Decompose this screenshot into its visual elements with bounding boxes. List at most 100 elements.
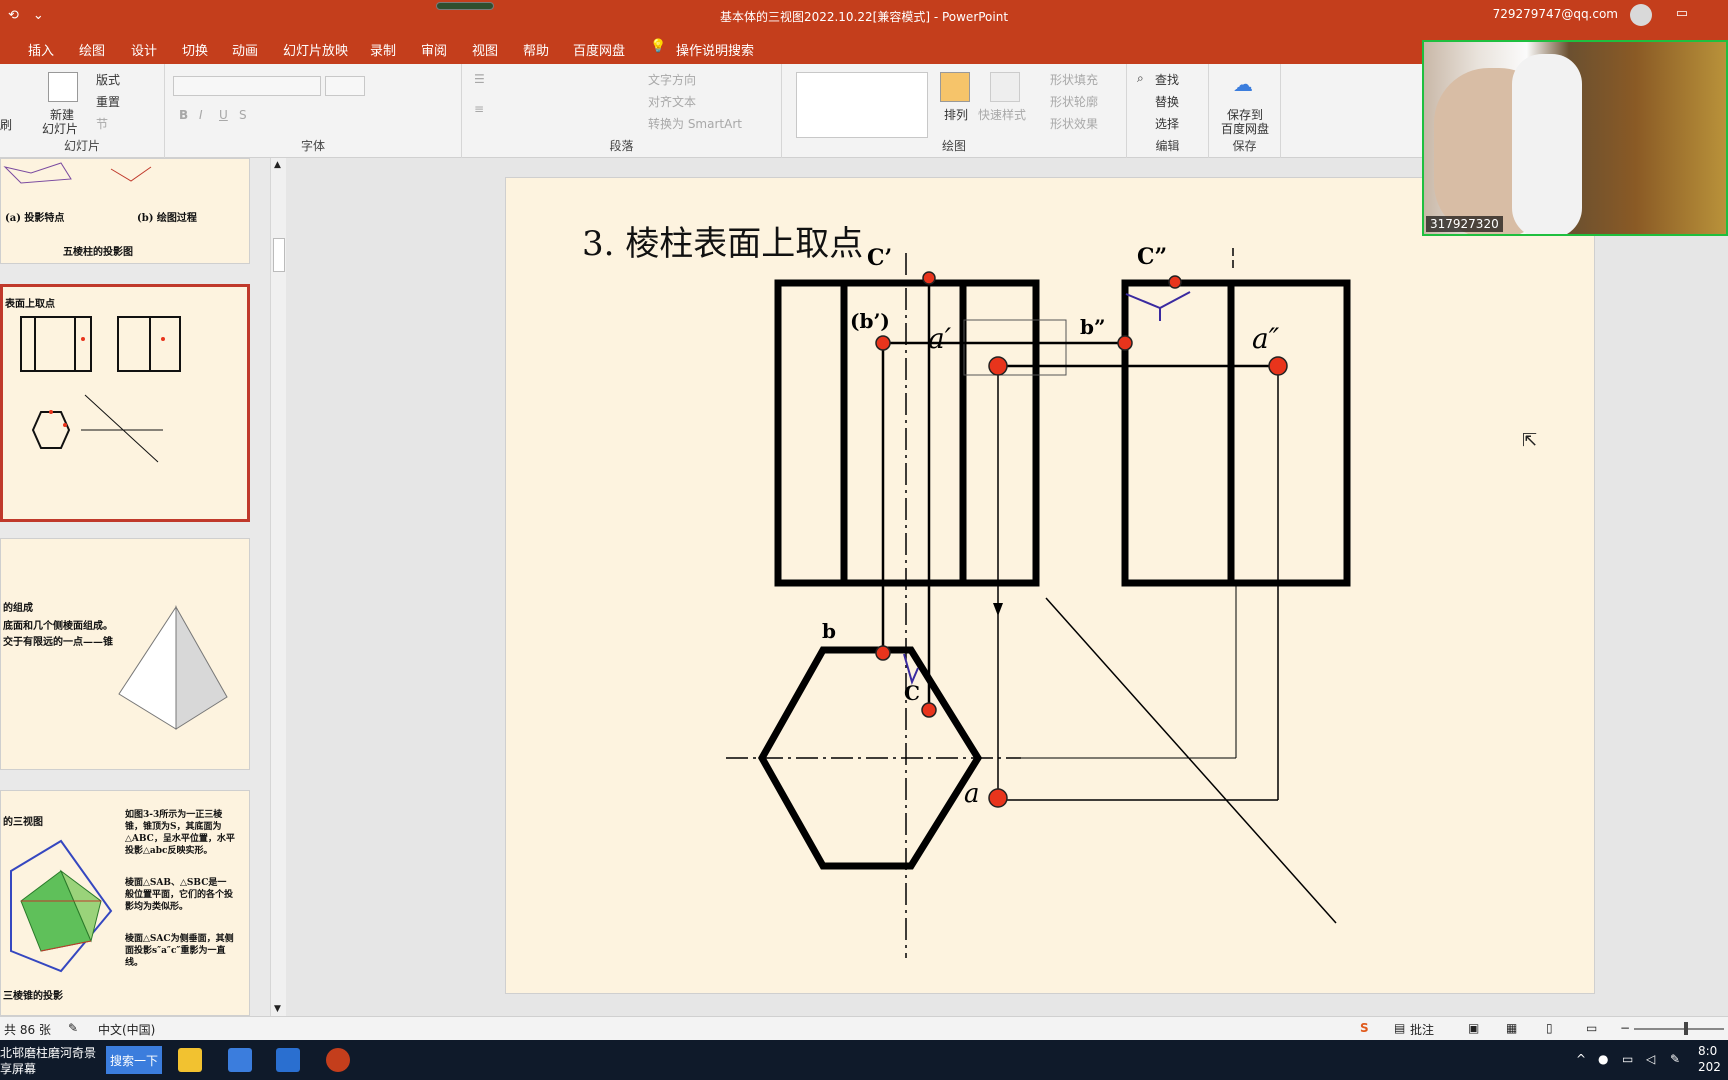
bullets-icon[interactable]: ☰: [474, 72, 485, 86]
font-name-combo[interactable]: [173, 76, 321, 96]
point-b-front[interactable]: [875, 335, 891, 351]
smartart-button[interactable]: 转换为 SmartArt: [648, 115, 742, 132]
underline-icon[interactable]: U: [219, 108, 228, 122]
editing-group: ⌕ 查找 替换 选择 编辑: [1127, 64, 1209, 158]
find-button[interactable]: 查找: [1155, 71, 1179, 88]
quick-styles-icon[interactable]: [990, 72, 1020, 102]
point-a-top[interactable]: [988, 788, 1008, 808]
shape-gallery[interactable]: [796, 72, 928, 138]
search-button[interactable]: 搜索一下: [106, 1046, 162, 1074]
section-button[interactable]: 节: [96, 115, 108, 132]
ime-icon[interactable]: S: [1360, 1021, 1369, 1035]
tab-baidu[interactable]: 百度网盘: [573, 40, 625, 59]
spellcheck-icon[interactable]: ✎: [68, 1021, 78, 1035]
window-title: 基本体的三视图2022.10.22[兼容模式] - PowerPoint: [719, 10, 1009, 24]
shape-effects-button[interactable]: 形状效果: [1050, 115, 1098, 132]
arrange-icon[interactable]: [940, 72, 970, 102]
shadow-icon[interactable]: S: [239, 108, 247, 122]
layout-button[interactable]: 版式: [96, 71, 120, 88]
format-painter-button[interactable]: 刷: [0, 116, 12, 133]
point-b-top[interactable]: [875, 645, 891, 661]
network-icon[interactable]: ▭: [1622, 1052, 1633, 1066]
point-a-front[interactable]: [988, 356, 1008, 376]
webcam-video[interactable]: 317927320: [1422, 40, 1728, 236]
zoom-slider-thumb[interactable]: [1684, 1022, 1688, 1035]
thumbnail-title: 五棱柱的投影图: [63, 247, 133, 258]
tab-slideshow[interactable]: 幻灯片放映: [283, 40, 348, 59]
scrollbar-thumb[interactable]: [273, 238, 285, 272]
tab-draw[interactable]: 绘图: [79, 40, 105, 59]
tab-design[interactable]: 设计: [131, 40, 157, 59]
three-view-drawing[interactable]: C’ (b’) a′ C” b” a″ b C a: [506, 178, 1596, 995]
share-screen-label[interactable]: 享屏幕: [0, 1060, 36, 1077]
reset-button[interactable]: 重置: [96, 93, 120, 110]
tab-review[interactable]: 审阅: [421, 40, 447, 59]
microphone-icon[interactable]: ●: [1598, 1052, 1608, 1066]
new-slide-label[interactable]: 幻灯片: [42, 120, 78, 137]
point-c-side[interactable]: [1168, 275, 1182, 289]
news-widget[interactable]: 北邨磨柱磨河奇景: [0, 1044, 96, 1061]
zoom-out-icon[interactable]: −: [1620, 1021, 1630, 1035]
baidu-cloud-icon[interactable]: ☁: [1233, 72, 1253, 96]
participant-id: 317927320: [1426, 216, 1503, 232]
point-a-side[interactable]: [1268, 356, 1288, 376]
avatar[interactable]: [1630, 4, 1652, 26]
slide-canvas[interactable]: 3. 棱柱表面上取点 C’ (b’) a′ C” b” a″ b C a: [505, 177, 1595, 994]
thumbnail-scrollbar[interactable]: ▲ ▼: [270, 158, 286, 1016]
comments-button[interactable]: 批注: [1410, 1021, 1434, 1038]
scroll-down-icon[interactable]: ▼: [274, 1004, 281, 1014]
tray-chevron-icon[interactable]: ^: [1576, 1052, 1586, 1066]
slide-sorter-icon[interactable]: ▦: [1506, 1021, 1517, 1035]
shape-outline-button[interactable]: 形状轮廓: [1050, 93, 1098, 110]
quick-styles-button[interactable]: 快速样式: [978, 106, 1026, 123]
tab-insert[interactable]: 插入: [28, 40, 54, 59]
pyramid-3d-figure: [10, 839, 113, 973]
meeting-app-icon[interactable]: [276, 1048, 300, 1072]
lightbulb-icon: 💡: [650, 39, 667, 54]
feishu-icon[interactable]: [228, 1048, 252, 1072]
thumbnail-text: 棱面△SAB、△SBC是一般位置平面，它们的各个投影均为类似形。: [125, 878, 234, 912]
pen-icon[interactable]: ✎: [1670, 1052, 1680, 1066]
tab-help[interactable]: 帮助: [523, 40, 549, 59]
slide-thumbnail[interactable]: 的组成 底面和几个侧棱面组成。 交于有限远的一点——锥: [0, 538, 250, 770]
label-a-top: a: [964, 779, 980, 809]
side-view-outline[interactable]: [1121, 279, 1351, 587]
normal-view-icon[interactable]: ▣: [1468, 1021, 1479, 1035]
save-to-baidu-label[interactable]: 百度网盘: [1221, 120, 1269, 137]
text-direction-button[interactable]: 文字方向: [648, 71, 696, 88]
reading-view-icon[interactable]: ▯: [1546, 1021, 1553, 1035]
ribbon-display-icon[interactable]: ▭: [1676, 6, 1688, 21]
select-button[interactable]: 选择: [1155, 115, 1179, 132]
comments-icon[interactable]: ▤: [1394, 1021, 1405, 1035]
new-slide-icon[interactable]: [48, 72, 78, 102]
point-c-top[interactable]: [921, 702, 937, 718]
tab-transitions[interactable]: 切换: [182, 40, 208, 59]
tab-animations[interactable]: 动画: [232, 40, 258, 59]
file-explorer-icon[interactable]: [178, 1048, 202, 1072]
language-indicator[interactable]: 中文(中国): [98, 1021, 155, 1038]
point-b-side[interactable]: [1117, 335, 1133, 351]
align-left-icon[interactable]: ≡: [474, 102, 484, 116]
italic-icon[interactable]: I: [199, 108, 203, 122]
tab-record[interactable]: 录制: [370, 40, 396, 59]
zoom-slider[interactable]: [1634, 1028, 1724, 1030]
tab-view[interactable]: 视图: [472, 40, 498, 59]
slide-thumbnail-selected[interactable]: 表面上取点: [0, 284, 250, 522]
font-size-combo[interactable]: [325, 76, 365, 96]
clock-time[interactable]: 8:0: [1698, 1044, 1717, 1058]
clock-date[interactable]: 202: [1698, 1060, 1721, 1074]
replace-button[interactable]: 替换: [1155, 93, 1179, 110]
slide-thumbnail[interactable]: 的三视图 如图3-3所示为一正三棱锥，锥顶为S，其底面为△ABC，呈水平位置，水…: [0, 790, 250, 1016]
account-email[interactable]: 729279747@qq.com: [1493, 7, 1618, 21]
volume-icon[interactable]: ◁: [1646, 1052, 1655, 1066]
slideshow-icon[interactable]: ▭: [1586, 1021, 1597, 1035]
shape-fill-button[interactable]: 形状填充: [1050, 71, 1098, 88]
scroll-up-icon[interactable]: ▲: [274, 160, 281, 170]
point-c-front[interactable]: [922, 271, 936, 285]
tell-me-search[interactable]: 操作说明搜索: [676, 40, 754, 59]
slide-thumbnail[interactable]: (a) 投影特点 (b) 绘图过程 五棱柱的投影图: [0, 158, 250, 264]
bold-icon[interactable]: B: [179, 108, 188, 122]
powerpoint-icon[interactable]: [326, 1048, 350, 1072]
align-text-button[interactable]: 对齐文本: [648, 93, 696, 110]
arrange-button[interactable]: 排列: [944, 106, 968, 123]
